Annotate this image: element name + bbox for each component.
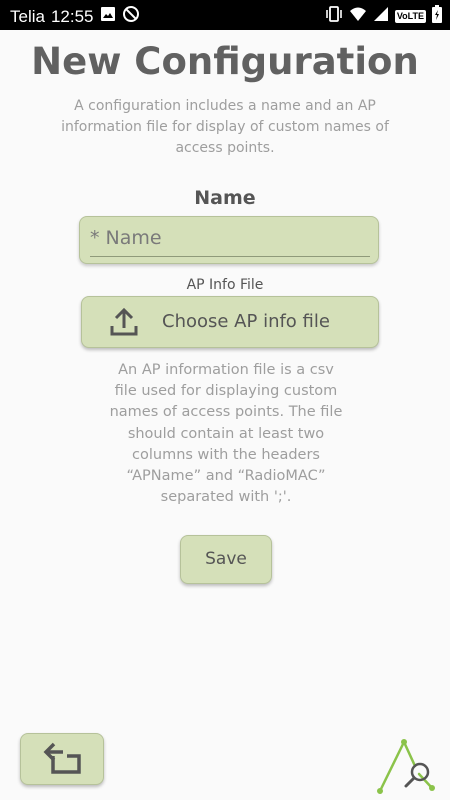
ap-info-help-text: An AP information file is a csv file use… [109,362,343,506]
clock: 12:55 [50,6,94,26]
choose-ap-info-file-label: Choose AP info file [162,311,330,332]
back-button[interactable] [20,733,104,785]
page-title: New Configuration [31,40,419,83]
app-logo-icon [372,736,440,798]
name-label: Name [194,187,256,209]
screen: Telia 12:55 VoLTE New Configuration A co… [0,0,450,800]
page-subtitle: A configuration includes a name and an A… [61,98,389,156]
upload-icon [108,306,140,338]
back-icon [43,742,83,776]
image-icon [100,6,116,27]
volte-badge: VoLTE [394,10,426,23]
status-bar: Telia 12:55 VoLTE [0,0,450,30]
status-left: Telia 12:55 [10,5,140,28]
name-field[interactable] [79,216,379,264]
choose-ap-info-file-button[interactable]: Choose AP info file [81,296,379,348]
name-field-underline [90,256,370,257]
carrier-name: Telia [10,6,45,26]
name-input[interactable] [90,223,368,253]
vibrate-icon [325,6,343,27]
ap-info-file-label: AP Info File [186,277,264,293]
save-button[interactable]: Save [180,535,272,584]
sync-blocked-icon [122,5,140,28]
wifi-icon [349,6,367,27]
battery-icon [432,5,442,28]
signal-icon [373,6,389,27]
status-right: VoLTE [325,5,442,28]
